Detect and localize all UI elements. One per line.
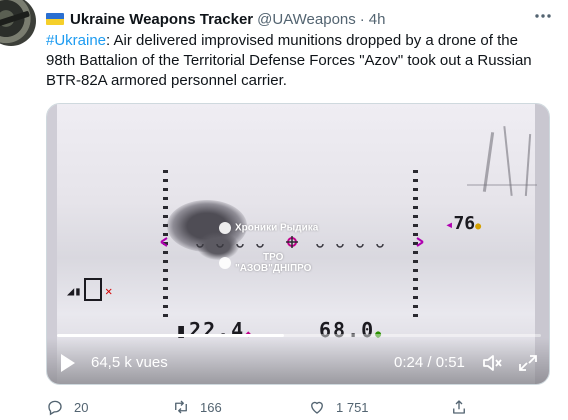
watermark-channel: Хроники Рыдика [219, 222, 318, 234]
tweet-body-text: : Air delivered improvised munitions dro… [46, 32, 532, 89]
ukraine-flag-icon [46, 13, 64, 25]
retweet-count: 166 [200, 399, 222, 415]
reply-count: 20 [74, 399, 89, 415]
hud-heading: ◂76● [445, 213, 482, 234]
hud-heading-value: 76 [453, 213, 476, 234]
separator-dot: · [359, 10, 365, 28]
share-button[interactable] [450, 398, 478, 416]
video-time: 0:24 / 0:51 [394, 354, 465, 371]
telegram-icon [219, 222, 231, 234]
hashtag-link[interactable]: #Ukraine [46, 32, 106, 49]
avatar[interactable] [0, 0, 36, 46]
reply-icon [48, 400, 62, 416]
mute-button[interactable] [481, 353, 503, 373]
hud-horizon-line [160, 236, 424, 248]
like-count: 1 751 [336, 399, 369, 415]
expand-icon [519, 355, 537, 371]
tweet-header: Ukraine Weapons Tracker @UAWeapons · 4h [46, 9, 385, 29]
tweet-actions: 20 166 1 751 [46, 398, 546, 420]
author-name[interactable]: Ukraine Weapons Tracker [70, 11, 253, 28]
view-count: 64,5 k vues [91, 354, 168, 371]
telegram-icon [219, 257, 231, 269]
heart-icon [311, 401, 323, 414]
retweet-button[interactable]: 166 [172, 398, 222, 416]
expand-button[interactable] [517, 353, 539, 373]
video-player[interactable]: ◂76● ◢▮ ✕ ▮22.4◆ 68.0● Хроники Рыдика ТР… [46, 103, 550, 385]
speaker-mute-icon [483, 355, 502, 371]
share-icon [453, 400, 465, 414]
retweet-icon [175, 400, 187, 414]
more-options-button[interactable] [532, 9, 554, 29]
ellipsis-icon [535, 14, 551, 18]
video-progress-fill [57, 334, 285, 337]
play-icon[interactable] [61, 354, 75, 372]
tweet[interactable]: Ukraine Weapons Tracker @UAWeapons · 4h … [0, 0, 568, 420]
author-handle[interactable]: @UAWeapons [257, 11, 356, 28]
watermark-tro: ТРО "АЗОВ"ДНІПРО [219, 252, 311, 274]
reply-button[interactable]: 20 [46, 398, 88, 416]
hud-battery: ◢▮ ✕ [67, 278, 112, 301]
video-progress-bar[interactable] [57, 334, 541, 337]
tweet-text: #Ukraine: Air delivered improvised munit… [46, 31, 546, 91]
like-button[interactable]: 1 751 [308, 398, 369, 416]
tweet-time[interactable]: 4h [369, 11, 386, 28]
